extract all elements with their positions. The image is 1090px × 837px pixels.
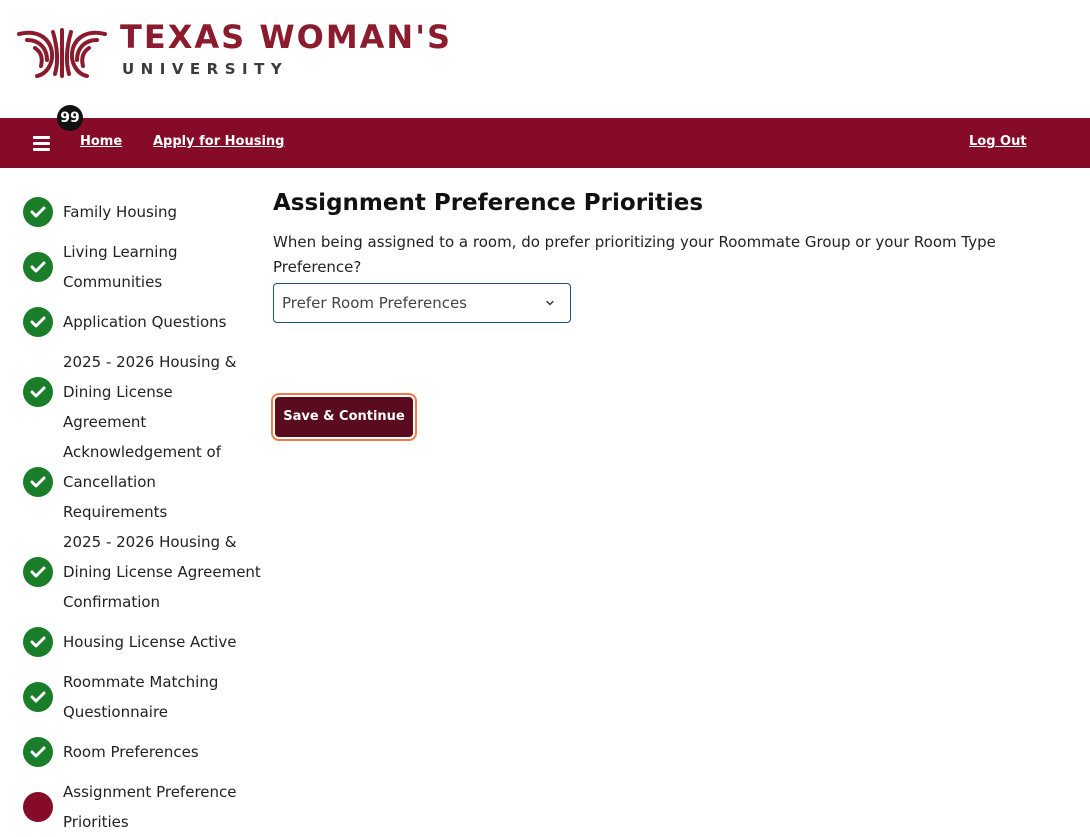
university-logo-icon xyxy=(17,28,107,78)
nav-home-link[interactable]: Home xyxy=(80,134,122,149)
sidebar-step-assignment-preference-priorities[interactable]: Assignment Preference Priorities xyxy=(0,777,268,837)
sidebar-step-license-confirmation[interactable]: 2025 - 2026 Housing & Dining License Agr… xyxy=(0,527,268,617)
university-name: TEXAS WOMAN'S xyxy=(120,18,453,56)
site-header: TEXAS WOMAN'S UNIVERSITY xyxy=(0,0,1090,118)
application-steps-sidebar: Family Housing Living Learning Communiti… xyxy=(0,168,268,837)
nav-apply-housing-link[interactable]: Apply for Housing xyxy=(153,134,284,149)
check-circle-icon xyxy=(23,307,53,337)
sidebar-step-label: 2025 - 2026 Housing & Dining License Agr… xyxy=(63,353,237,431)
save-continue-label: Save & Continue xyxy=(275,397,413,437)
save-continue-button[interactable]: Save & Continue xyxy=(271,393,417,441)
check-circle-icon xyxy=(23,737,53,767)
check-circle-icon xyxy=(23,377,53,407)
sidebar-step-roommate-matching[interactable]: Roommate Matching Questionnaire xyxy=(0,667,268,727)
question-text: When being assigned to a room, do prefer… xyxy=(273,233,996,276)
sidebar-step-label: Roommate Matching Questionnaire xyxy=(63,673,219,721)
sidebar-step-label: Living Learning Communities xyxy=(63,243,178,291)
nav-logout-link[interactable]: Log Out xyxy=(969,134,1027,149)
chevron-down-icon xyxy=(546,300,554,306)
sidebar-step-label: Housing License Active xyxy=(63,633,237,651)
preference-select[interactable]: Prefer Room Preferences xyxy=(273,283,571,323)
sidebar-step-application-questions[interactable]: Application Questions xyxy=(0,307,268,337)
top-navbar: Home Apply for Housing Log Out xyxy=(0,118,1090,168)
check-circle-icon xyxy=(23,682,53,712)
sidebar-step-living-learning-communities[interactable]: Living Learning Communities xyxy=(0,237,268,297)
sidebar-step-label: 2025 - 2026 Housing & Dining License Agr… xyxy=(63,533,261,611)
preference-select-value: Prefer Room Preferences xyxy=(282,294,467,312)
sidebar-step-license-agreement[interactable]: 2025 - 2026 Housing & Dining License Agr… xyxy=(0,347,268,437)
check-circle-icon xyxy=(23,467,53,497)
sidebar-step-room-preferences[interactable]: Room Preferences xyxy=(0,737,268,767)
sidebar-step-label: Application Questions xyxy=(63,313,227,331)
sidebar-step-family-housing[interactable]: Family Housing xyxy=(0,197,268,227)
check-circle-icon xyxy=(23,252,53,282)
page-title: Assignment Preference Priorities xyxy=(273,190,704,216)
sidebar-step-label: Room Preferences xyxy=(63,743,199,761)
notification-badge: 99 xyxy=(57,105,83,131)
university-subname: UNIVERSITY xyxy=(122,60,289,78)
hamburger-menu-icon[interactable] xyxy=(30,131,54,155)
sidebar-step-cancellation-acknowledgement[interactable]: Acknowledgement of Cancellation Requirem… xyxy=(0,437,268,527)
sidebar-step-label: Acknowledgement of Cancellation Requirem… xyxy=(63,443,222,521)
sidebar-step-label: Family Housing xyxy=(63,203,178,221)
check-circle-icon xyxy=(23,197,53,227)
sidebar-step-label: Assignment Preference Priorities xyxy=(63,783,237,831)
current-step-circle-icon xyxy=(23,792,53,822)
check-circle-icon xyxy=(23,557,53,587)
check-circle-icon xyxy=(23,627,53,657)
sidebar-step-housing-license-active[interactable]: Housing License Active xyxy=(0,627,268,657)
